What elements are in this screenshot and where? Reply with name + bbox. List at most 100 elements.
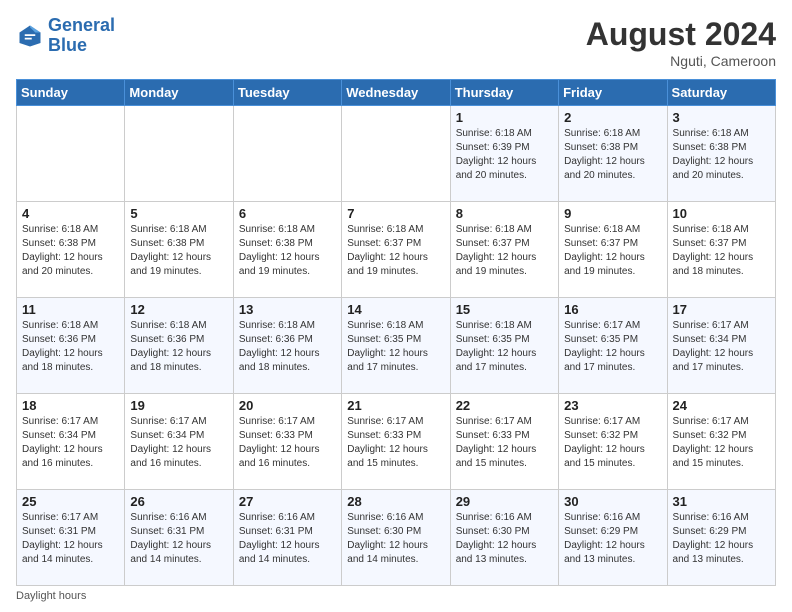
table-row: 16Sunrise: 6:17 AM Sunset: 6:35 PM Dayli… bbox=[559, 298, 667, 394]
table-row: 31 Sunrise: 6:16 AM Sunset: 6:29 PM Dayli… bbox=[667, 490, 775, 586]
table-row: 13Sunrise: 6:18 AM Sunset: 6:36 PM Dayli… bbox=[233, 298, 341, 394]
table-row: 27 Sunrise: 6:16 AM Sunset: 6:31 PM Dayli… bbox=[233, 490, 341, 586]
col-sunday: Sunday bbox=[17, 80, 125, 106]
cell-content: Sunrise: 6:18 AM Sunset: 6:37 PM Dayligh… bbox=[347, 223, 444, 279]
cell-content: Sunrise: 6:18 AM Sunset: 6:38 PM Dayligh… bbox=[564, 127, 661, 183]
day-number: 3 bbox=[673, 110, 770, 125]
col-tuesday: Tuesday bbox=[233, 80, 341, 106]
table-row bbox=[233, 106, 341, 202]
day-number: 10 bbox=[673, 206, 770, 221]
day-number: 8 bbox=[456, 206, 553, 221]
calendar-week-1: 1 Sunrise: 6:18 AM Sunset: 6:39 PM Daylig… bbox=[17, 106, 776, 202]
cell-content: Sunrise: 6:17 AM Sunset: 6:34 PM Dayligh… bbox=[22, 415, 119, 471]
day-number: 16 bbox=[564, 302, 661, 317]
calendar-week-5: 25 Sunrise: 6:17 AM Sunset: 6:31 PM Dayli… bbox=[17, 490, 776, 586]
table-row: 25 Sunrise: 6:17 AM Sunset: 6:31 PM Dayli… bbox=[17, 490, 125, 586]
logo-text: General Blue bbox=[48, 16, 115, 56]
cell-content: Sunrise: 6:18 AM Sunset: 6:38 PM Dayligh… bbox=[22, 223, 119, 279]
cell-content: Sunrise: 6:16 AM Sunset: 6:30 PM Dayligh… bbox=[347, 511, 444, 567]
page: General Blue August 2024 Nguti, Cameroon… bbox=[0, 0, 792, 612]
day-number: 30 bbox=[564, 494, 661, 509]
day-number: 19 bbox=[130, 398, 227, 413]
calendar-week-2: 4 Sunrise: 6:18 AM Sunset: 6:38 PM Daylig… bbox=[17, 202, 776, 298]
cell-content: Sunrise: 6:17 AM Sunset: 6:33 PM Dayligh… bbox=[456, 415, 553, 471]
day-number: 20 bbox=[239, 398, 336, 413]
table-row: 29 Sunrise: 6:16 AM Sunset: 6:30 PM Dayli… bbox=[450, 490, 558, 586]
logo-icon bbox=[16, 22, 44, 50]
cell-content: Sunrise: 6:16 AM Sunset: 6:31 PM Dayligh… bbox=[130, 511, 227, 567]
cell-content: Sunrise: 6:18 AM Sunset: 6:38 PM Dayligh… bbox=[239, 223, 336, 279]
table-row: 7 Sunrise: 6:18 AM Sunset: 6:37 PM Daylig… bbox=[342, 202, 450, 298]
table-row: 24Sunrise: 6:17 AM Sunset: 6:32 PM Dayli… bbox=[667, 394, 775, 490]
logo-blue: Blue bbox=[48, 35, 87, 55]
cell-content: Sunrise: 6:18 AM Sunset: 6:35 PM Dayligh… bbox=[456, 319, 553, 375]
day-number: 31 bbox=[673, 494, 770, 509]
cell-content: Sunrise: 6:18 AM Sunset: 6:36 PM Dayligh… bbox=[239, 319, 336, 375]
table-row: 12 Sunrise: 6:18 AM Sunset: 6:36 PM Dayli… bbox=[125, 298, 233, 394]
table-row: 3 Sunrise: 6:18 AM Sunset: 6:38 PM Daylig… bbox=[667, 106, 775, 202]
table-row bbox=[342, 106, 450, 202]
cell-content: Sunrise: 6:18 AM Sunset: 6:38 PM Dayligh… bbox=[673, 127, 770, 183]
day-number: 6 bbox=[239, 206, 336, 221]
col-saturday: Saturday bbox=[667, 80, 775, 106]
day-number: 5 bbox=[130, 206, 227, 221]
cell-content: Sunrise: 6:18 AM Sunset: 6:35 PM Dayligh… bbox=[347, 319, 444, 375]
day-number: 4 bbox=[22, 206, 119, 221]
table-row: 21Sunrise: 6:17 AM Sunset: 6:33 PM Dayli… bbox=[342, 394, 450, 490]
logo-general: General bbox=[48, 15, 115, 35]
day-number: 17 bbox=[673, 302, 770, 317]
cell-content: Sunrise: 6:17 AM Sunset: 6:34 PM Dayligh… bbox=[673, 319, 770, 375]
table-row: 17 Sunrise: 6:17 AM Sunset: 6:34 PM Dayli… bbox=[667, 298, 775, 394]
day-number: 22 bbox=[456, 398, 553, 413]
table-row: 10 Sunrise: 6:18 AM Sunset: 6:37 PM Dayli… bbox=[667, 202, 775, 298]
cell-content: Sunrise: 6:16 AM Sunset: 6:30 PM Dayligh… bbox=[456, 511, 553, 567]
table-row: 2 Sunrise: 6:18 AM Sunset: 6:38 PM Daylig… bbox=[559, 106, 667, 202]
table-row: 22 Sunrise: 6:17 AM Sunset: 6:33 PM Dayli… bbox=[450, 394, 558, 490]
col-thursday: Thursday bbox=[450, 80, 558, 106]
day-number: 25 bbox=[22, 494, 119, 509]
table-row: 14 Sunrise: 6:18 AM Sunset: 6:35 PM Dayli… bbox=[342, 298, 450, 394]
day-number: 15 bbox=[456, 302, 553, 317]
footer-label: Daylight hours bbox=[16, 590, 86, 602]
col-monday: Monday bbox=[125, 80, 233, 106]
table-row: 5Sunrise: 6:18 AM Sunset: 6:38 PM Daylig… bbox=[125, 202, 233, 298]
table-row: 6 Sunrise: 6:18 AM Sunset: 6:38 PM Daylig… bbox=[233, 202, 341, 298]
cell-content: Sunrise: 6:17 AM Sunset: 6:31 PM Dayligh… bbox=[22, 511, 119, 567]
cell-content: Sunrise: 6:17 AM Sunset: 6:32 PM Dayligh… bbox=[673, 415, 770, 471]
day-number: 26 bbox=[130, 494, 227, 509]
table-row: 11Sunrise: 6:18 AM Sunset: 6:36 PM Dayli… bbox=[17, 298, 125, 394]
table-row: 4 Sunrise: 6:18 AM Sunset: 6:38 PM Daylig… bbox=[17, 202, 125, 298]
cell-content: Sunrise: 6:16 AM Sunset: 6:29 PM Dayligh… bbox=[673, 511, 770, 567]
day-number: 28 bbox=[347, 494, 444, 509]
cell-content: Sunrise: 6:16 AM Sunset: 6:31 PM Dayligh… bbox=[239, 511, 336, 567]
table-row: 26 Sunrise: 6:16 AM Sunset: 6:31 PM Dayli… bbox=[125, 490, 233, 586]
table-row bbox=[125, 106, 233, 202]
cell-content: Sunrise: 6:18 AM Sunset: 6:36 PM Dayligh… bbox=[130, 319, 227, 375]
month-year: August 2024 bbox=[586, 16, 776, 53]
day-number: 21 bbox=[347, 398, 444, 413]
day-number: 23 bbox=[564, 398, 661, 413]
logo: General Blue bbox=[16, 16, 115, 56]
day-number: 27 bbox=[239, 494, 336, 509]
cell-content: Sunrise: 6:16 AM Sunset: 6:29 PM Dayligh… bbox=[564, 511, 661, 567]
day-number: 29 bbox=[456, 494, 553, 509]
table-row: 8Sunrise: 6:18 AM Sunset: 6:37 PM Daylig… bbox=[450, 202, 558, 298]
day-number: 7 bbox=[347, 206, 444, 221]
table-row: 19Sunrise: 6:17 AM Sunset: 6:34 PM Dayli… bbox=[125, 394, 233, 490]
day-number: 1 bbox=[456, 110, 553, 125]
cell-content: Sunrise: 6:18 AM Sunset: 6:39 PM Dayligh… bbox=[456, 127, 553, 183]
footer: Daylight hours bbox=[16, 590, 776, 602]
table-row bbox=[17, 106, 125, 202]
cell-content: Sunrise: 6:18 AM Sunset: 6:36 PM Dayligh… bbox=[22, 319, 119, 375]
table-row: 15 Sunrise: 6:18 AM Sunset: 6:35 PM Dayli… bbox=[450, 298, 558, 394]
day-number: 14 bbox=[347, 302, 444, 317]
day-number: 2 bbox=[564, 110, 661, 125]
table-row: 18Sunrise: 6:17 AM Sunset: 6:34 PM Dayli… bbox=[17, 394, 125, 490]
table-row: 9Sunrise: 6:18 AM Sunset: 6:37 PM Daylig… bbox=[559, 202, 667, 298]
day-number: 12 bbox=[130, 302, 227, 317]
title-block: August 2024 Nguti, Cameroon bbox=[586, 16, 776, 69]
table-row: 20Sunrise: 6:17 AM Sunset: 6:33 PM Dayli… bbox=[233, 394, 341, 490]
cell-content: Sunrise: 6:18 AM Sunset: 6:37 PM Dayligh… bbox=[673, 223, 770, 279]
table-row: 30 Sunrise: 6:16 AM Sunset: 6:29 PM Dayli… bbox=[559, 490, 667, 586]
calendar: Sunday Monday Tuesday Wednesday Thursday… bbox=[16, 79, 776, 586]
